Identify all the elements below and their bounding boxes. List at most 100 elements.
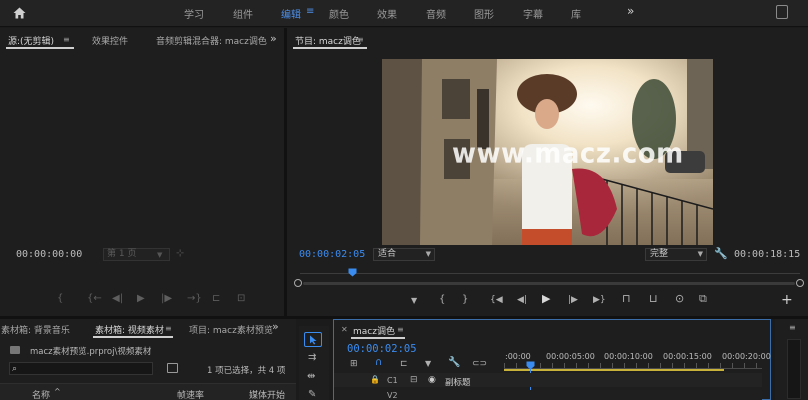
wrench-icon[interactable]: 🔧 (714, 248, 728, 259)
step-forward-icon[interactable]: |▶ (568, 295, 578, 305)
source-insert-icon[interactable]: ⊏ (212, 294, 220, 304)
source-go-in-icon[interactable]: {← (87, 294, 102, 304)
column-frame-rate[interactable]: 帧速率 (177, 388, 204, 400)
nest-sequence-icon[interactable]: ⊞ (350, 359, 358, 369)
tab-libraries[interactable]: 库 (571, 6, 581, 21)
project-search-input[interactable] (9, 362, 153, 375)
lift-icon[interactable]: ⊓ (622, 293, 631, 304)
tab-assembly[interactable]: 组件 (233, 6, 253, 21)
tab-bin-video-assets[interactable]: 素材箱: 视频素材 (95, 323, 164, 336)
tab-graphics[interactable]: 图形 (474, 6, 494, 21)
tab-source[interactable]: 源:(无剪辑) (8, 34, 54, 47)
program-title[interactable]: 节目: macz调色 (295, 34, 361, 47)
program-tab-underline (293, 47, 367, 49)
step-back-icon[interactable]: ◀| (517, 295, 527, 305)
source-timecode[interactable]: 00:00:00:00 (16, 249, 82, 260)
audio-meter-panel: ≡ (775, 319, 808, 400)
project-more-icon[interactable]: » (272, 321, 279, 332)
tab-project[interactable]: 项目: macz素材预览 (189, 323, 273, 336)
tab-effects[interactable]: 效果 (377, 6, 397, 21)
track-select-tool-icon[interactable]: ⇉ (308, 353, 316, 363)
project-path: macz素材预览.prproj\视频素材 (30, 347, 152, 357)
add-marker-icon[interactable]: ▼ (411, 296, 417, 306)
track-c1[interactable]: 🔒 C1 ⊟ ◉ 副标题 (334, 373, 762, 388)
source-more-icon[interactable]: » (270, 33, 277, 44)
ruler-label-4: 00:00:20:00 (722, 352, 771, 361)
workspaces-more-icon[interactable]: » (627, 4, 634, 18)
close-icon[interactable]: ✕ (341, 325, 348, 335)
tab-editing-menu-icon[interactable]: ≡ (306, 6, 314, 17)
go-to-in-icon[interactable]: {◀ (490, 295, 503, 305)
source-menu-icon[interactable]: ≡ (63, 35, 70, 45)
tab-audio[interactable]: 音频 (426, 6, 446, 21)
linked-selection-icon[interactable]: ⊏ (400, 359, 408, 369)
source-mark-in-icon[interactable]: { (57, 294, 63, 304)
ruler-label-1: 00:00:05:00 (546, 352, 595, 361)
camera-icon[interactable]: ⊙ (675, 293, 684, 304)
eye-icon[interactable]: ◉ (428, 375, 436, 385)
new-bin-from-search-icon[interactable] (167, 363, 178, 373)
mark-out-icon[interactable]: } (462, 295, 468, 305)
tab-learn[interactable]: 学习 (184, 6, 204, 21)
source-fit-icon[interactable]: ⊹ (176, 249, 184, 259)
zoom-handle-left-icon[interactable] (294, 279, 302, 287)
audio-meter (787, 339, 801, 399)
tools-panel: ⇉ ⇹ ✎ (299, 326, 329, 400)
program-menu-icon[interactable]: ≡ (357, 35, 364, 45)
extract-icon[interactable]: ⊔ (649, 293, 658, 304)
work-area-bar[interactable] (504, 369, 724, 371)
program-fit-select[interactable]: 适合 ▼ (373, 248, 435, 261)
timeline-settings-wrench-icon[interactable]: 🔧 (448, 358, 460, 368)
ruler-label-0: :00:00 (505, 352, 531, 361)
program-quality-select[interactable]: 完整 ▼ (645, 248, 707, 261)
program-add-button-icon[interactable]: + (781, 293, 793, 307)
timeline-title[interactable]: macz调色 (353, 324, 395, 337)
source-page-dropdown-icon: ▼ (157, 251, 163, 259)
tab-captions[interactable]: 字幕 (523, 6, 543, 21)
project-column-headers: 名称 ^ 帧速率 媒体开始 (0, 383, 296, 400)
tab-color[interactable]: 颜色 (329, 6, 349, 21)
workspace-bar: 学习 组件 编辑 ≡ 颜色 效果 音频 图形 字幕 库 » (0, 0, 808, 27)
razor-tool-icon[interactable]: ✎ (308, 390, 316, 400)
home-icon[interactable] (13, 7, 26, 19)
timeline-add-marker-icon[interactable]: ▼ (425, 359, 431, 369)
zoom-handle-right-icon[interactable] (796, 279, 804, 287)
source-go-out-icon[interactable]: →} (187, 294, 202, 304)
source-step-back-icon[interactable]: ◀| (112, 294, 123, 304)
column-name[interactable]: 名称 (32, 388, 50, 400)
timeline-timecode[interactable]: 00:00:02:05 (347, 343, 417, 355)
comparison-view-icon[interactable]: ⧉ (699, 293, 707, 304)
source-export-frame-icon[interactable]: ⊡ (237, 294, 245, 304)
play-icon[interactable]: ▶ (542, 293, 550, 304)
snap-magnet-icon[interactable]: ∩ (375, 358, 382, 368)
tab-editing[interactable]: 编辑 (281, 6, 301, 21)
lock-icon[interactable]: 🔒 (370, 375, 380, 384)
mark-in-icon[interactable]: { (439, 295, 445, 305)
program-playhead-icon[interactable] (348, 268, 357, 277)
chevron-down-icon: ▼ (697, 250, 703, 258)
source-play-icon[interactable]: ▶ (137, 294, 145, 304)
selection-tool[interactable] (304, 332, 322, 347)
track-sync-icon[interactable]: ⊟ (410, 375, 418, 385)
tab-bin-background-music[interactable]: 素材箱: 背景音乐 (1, 323, 70, 336)
ripple-edit-tool-icon[interactable]: ⇹ (307, 372, 315, 382)
share-icon[interactable] (776, 5, 788, 19)
audio-meter-menu-icon[interactable]: ≡ (789, 323, 796, 332)
column-media-start[interactable]: 媒体开始 (249, 388, 285, 400)
program-timecode[interactable]: 00:00:02:05 (299, 249, 365, 260)
timeline-menu-icon[interactable]: ≡ (397, 325, 404, 335)
go-to-out-icon[interactable]: ▶} (593, 295, 606, 305)
program-time-ruler[interactable] (300, 267, 800, 274)
bin-menu-icon[interactable]: ≡ (165, 324, 172, 334)
project-panel: 素材箱: 背景音乐 素材箱: 视频素材 ≡ 项目: macz素材预览 » mac… (0, 319, 296, 400)
track-v2[interactable]: V2 (334, 390, 762, 400)
source-panel: 源:(无剪辑) ≡ 效果控件 音频剪辑混合器: macz调色 » 00:00:0… (0, 28, 284, 336)
tab-effect-controls[interactable]: 效果控件 (92, 34, 128, 47)
sort-ascending-icon[interactable]: ^ (54, 387, 61, 396)
source-tab-underline (6, 47, 74, 49)
program-video-frame[interactable]: www.macz.com (382, 59, 713, 245)
program-zoom-scrollbar[interactable] (303, 282, 795, 285)
source-step-forward-icon[interactable]: |▶ (161, 294, 172, 304)
captions-icon[interactable]: ⊂⊃ (472, 359, 487, 369)
tab-audio-clip-mixer[interactable]: 音频剪辑混合器: macz调色 (156, 34, 267, 47)
